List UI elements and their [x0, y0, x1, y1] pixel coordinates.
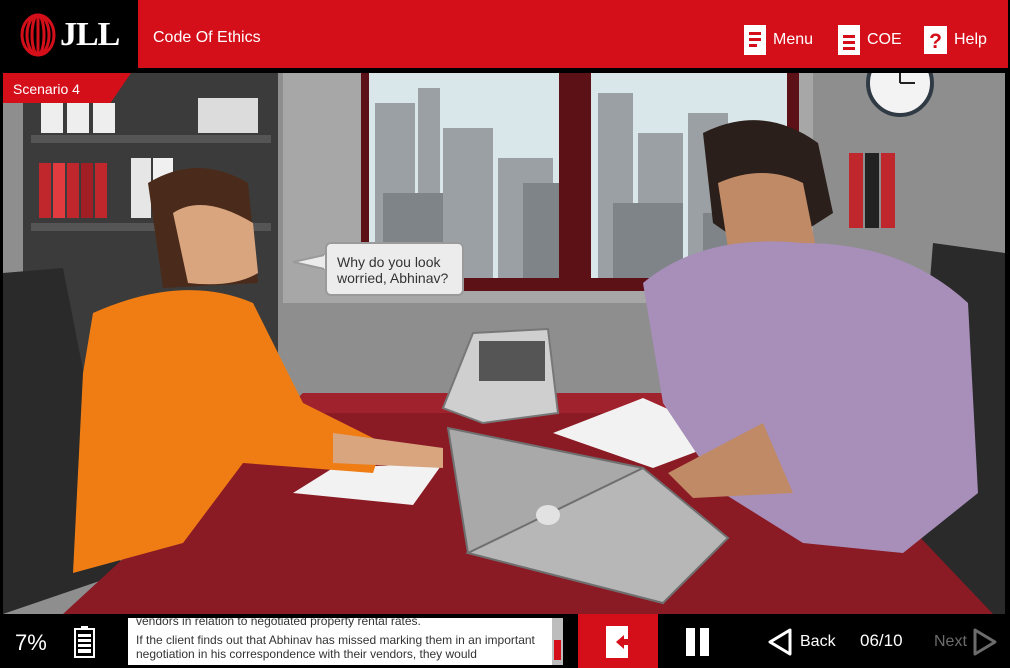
speech-bubble-line-2: worried, Abhinav?	[337, 270, 449, 286]
svg-text:?: ?	[929, 30, 942, 53]
transcript-scrollbar-thumb[interactable]	[554, 640, 561, 660]
speech-bubble: Why do you look worried, Abhinav?	[325, 242, 464, 296]
next-button[interactable]: Next	[934, 628, 997, 656]
jll-logo-mark-icon	[20, 13, 56, 57]
office-scene-art	[3, 73, 1005, 614]
scenario-illustration	[3, 73, 1005, 614]
coe-button[interactable]: COE	[838, 24, 902, 56]
transcript-line-1: vendors in relation to negotiated proper…	[136, 618, 421, 628]
menu-button[interactable]: Menu	[744, 24, 813, 56]
battery-icon	[74, 626, 95, 658]
pause-icon	[686, 628, 695, 656]
page-title: Code Of Ethics	[153, 29, 261, 46]
progress-percent: 7%	[15, 630, 47, 655]
arrow-right-icon	[973, 628, 997, 656]
transcript-box[interactable]: vendors in relation to negotiated proper…	[128, 618, 552, 665]
pause-button[interactable]	[684, 628, 710, 656]
exit-button[interactable]	[578, 614, 658, 668]
back-button-label: Back	[800, 633, 836, 650]
transcript-scrollbar[interactable]	[552, 618, 563, 665]
speech-bubble-tail	[293, 252, 329, 272]
arrow-left-icon	[768, 628, 792, 656]
coe-button-label: COE	[867, 31, 902, 48]
document-icon	[838, 25, 860, 55]
slide-counter: 06/10	[860, 631, 903, 650]
header: JLL Code Of Ethics Menu COE ? Help	[0, 0, 1010, 70]
title-bar: Code Of Ethics Menu COE ? Help	[138, 0, 1008, 68]
question-icon: ?	[924, 26, 947, 54]
help-button-label: Help	[954, 31, 987, 48]
menu-icon	[744, 25, 766, 55]
player-controls: 7% vendors in relation to negotiated pro…	[0, 614, 1010, 668]
next-button-label: Next	[934, 633, 967, 650]
menu-button-label: Menu	[773, 31, 814, 48]
speech-bubble-line-1: Why do you look	[337, 254, 441, 270]
transcript-line-2: If the client finds out that Abhinav has…	[136, 633, 535, 661]
exit-icon	[606, 626, 630, 658]
help-button[interactable]: ? Help	[924, 24, 987, 56]
scenario-label: Scenario 4	[3, 73, 131, 103]
back-button[interactable]: Back	[768, 628, 836, 656]
logo-text: JLL	[60, 16, 120, 53]
jll-logo: JLL	[0, 0, 138, 70]
